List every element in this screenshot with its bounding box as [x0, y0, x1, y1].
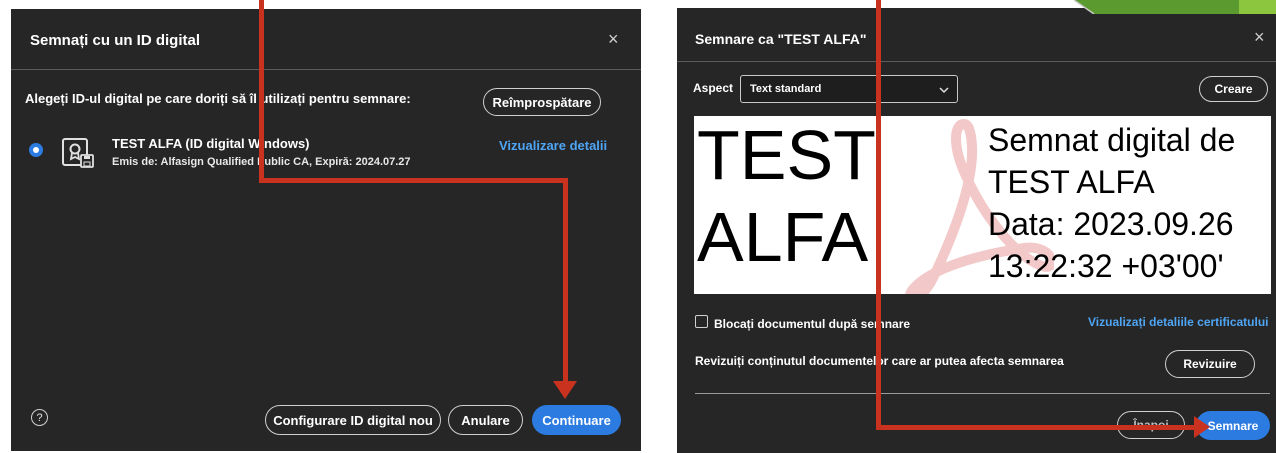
lock-document-checkbox[interactable] [695, 315, 708, 328]
signature-detail-line4: 13:22:32 +03'00' [988, 248, 1224, 284]
choose-id-prompt: Alegeți ID-ul digital pe care doriți să … [25, 91, 411, 106]
signature-detail-line1: Semnat digital de [988, 122, 1236, 158]
annotation-arrow-segment [259, 178, 568, 183]
digital-id-radio[interactable] [29, 143, 43, 157]
digital-id-name: TEST ALFA (ID digital Windows) [112, 136, 310, 151]
annotation-arrow-segment [876, 425, 1196, 430]
sign-with-digital-id-dialog: Semnați cu un ID digital × Alegeți ID-ul… [11, 9, 641, 451]
signature-name-line2: ALFA [697, 198, 869, 276]
annotation-arrow-segment [563, 178, 568, 383]
signature-detail-line3: Data: 2023.09.26 [988, 206, 1234, 242]
annotation-arrowhead-right [1194, 416, 1210, 438]
refresh-button[interactable]: Reîmprospătare [483, 88, 601, 116]
close-icon[interactable]: × [1254, 27, 1265, 48]
certificate-icon [61, 135, 97, 171]
sign-as-dialog: Semnare ca "TEST ALFA" × Aspect Text sta… [677, 8, 1276, 453]
aspect-select[interactable]: Text standard [740, 75, 958, 103]
cancel-button[interactable]: Anulare [448, 405, 523, 435]
annotation-arrow-segment [876, 0, 881, 430]
chevron-down-icon [939, 82, 949, 100]
footer-divider [695, 393, 1270, 394]
review-button[interactable]: Revizuire [1165, 350, 1255, 378]
view-details-link[interactable]: Vizualizare detalii [499, 138, 607, 153]
title-divider [677, 61, 1276, 62]
signature-detail-line2: TEST ALFA [988, 164, 1155, 200]
title-divider [11, 69, 641, 70]
view-certificate-details-link[interactable]: Vizualizați detaliile certificatului [1088, 315, 1269, 329]
configure-new-id-button[interactable]: Configurare ID digital nou [265, 405, 441, 435]
aspect-label: Aspect [693, 81, 734, 95]
help-icon[interactable]: ? [31, 409, 48, 426]
create-button[interactable]: Creare [1199, 76, 1268, 102]
dialog-title: Semnați cu un ID digital [30, 32, 201, 49]
background-green-corner [1073, 0, 1276, 15]
annotation-arrowhead-down [553, 381, 577, 399]
close-icon[interactable]: × [608, 29, 619, 50]
annotation-arrow-segment [259, 0, 264, 182]
signature-name-line1: TEST [697, 116, 876, 194]
aspect-selected-value: Text standard [750, 83, 822, 95]
dialog-title: Semnare ca "TEST ALFA" [695, 31, 867, 47]
signature-preview: TEST ALFA Semnat digital de TEST ALFA Da… [694, 116, 1271, 294]
continue-button[interactable]: Continuare [532, 405, 621, 435]
